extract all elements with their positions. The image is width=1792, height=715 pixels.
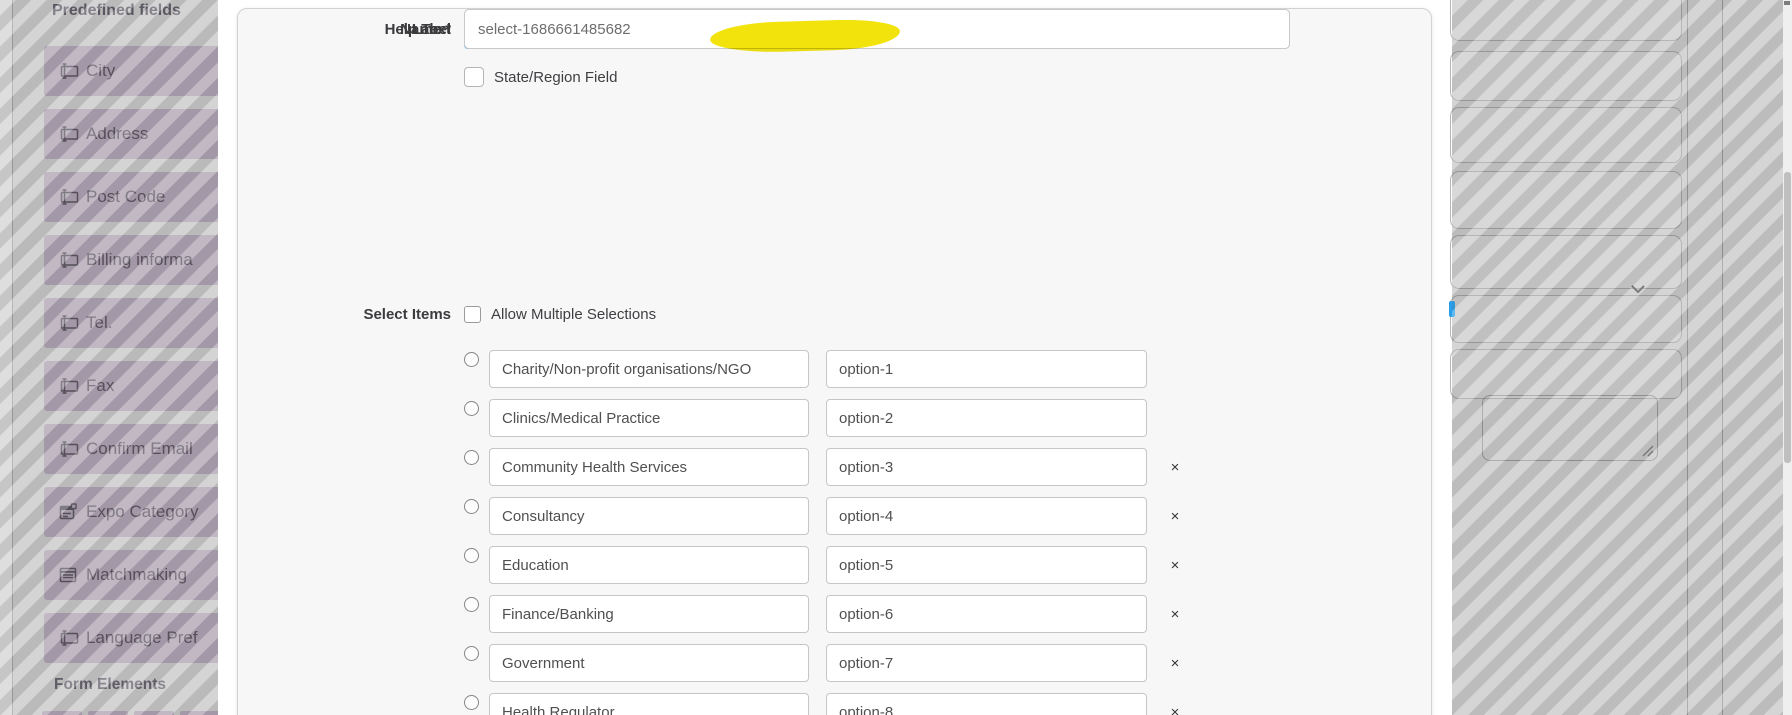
predefined-field-label: Matchmaking [86, 565, 187, 585]
text-input-icon [57, 61, 79, 81]
predefined-field-label: Tel. [86, 313, 112, 333]
option-name-input[interactable] [826, 399, 1147, 437]
predefined-field-label: Confirm Email [86, 439, 193, 459]
option-name-input[interactable] [826, 350, 1147, 388]
category-grid-icon [57, 502, 79, 522]
predefined-field-label: Expo Category [86, 502, 198, 522]
option-radio[interactable] [464, 646, 479, 661]
select-items-label: Select Items [301, 306, 464, 323]
option-radio[interactable] [464, 352, 479, 367]
remove-option-button[interactable]: × [1167, 546, 1183, 584]
field-text-input[interactable] [464, 9, 1290, 49]
predefined-field-label: Language Pref [86, 628, 198, 648]
predefined-field-label: Address [86, 124, 148, 144]
select-option-row: × [464, 546, 1183, 584]
remove-option-button[interactable]: × [1167, 448, 1183, 486]
predefined-field-button[interactable]: Tel. [44, 298, 218, 348]
option-name-input[interactable] [826, 448, 1147, 486]
predefined-field-label: Fax [86, 376, 114, 396]
text-input-icon [57, 439, 79, 459]
option-value-input[interactable] [489, 497, 809, 535]
select-option-row: × [464, 448, 1183, 486]
scrollbar-notch [1784, 1, 1790, 5]
option-radio[interactable] [464, 597, 479, 612]
option-radio[interactable] [464, 450, 479, 465]
ghost-textarea [1482, 395, 1658, 461]
panel-divider [1722, 0, 1723, 715]
select-option-row: × [464, 595, 1183, 633]
resize-grip-icon [1641, 444, 1654, 457]
predefined-fields-sidebar: Predefined fields City [0, 0, 218, 715]
option-value-input[interactable] [489, 350, 809, 388]
flag-option: State/Region Field [464, 67, 617, 87]
page-scrollbar-thumb[interactable] [1784, 172, 1791, 463]
option-name-input[interactable] [826, 497, 1147, 535]
page: Predefined fields City [0, 0, 1792, 715]
field-flags-row-2: State/Region Field [464, 63, 617, 91]
text-input-icon [57, 124, 79, 144]
hidden-checked-checkbox-fragment [1449, 301, 1455, 317]
option-radio[interactable] [464, 548, 479, 563]
predefined-field-button[interactable]: Expo Category [44, 487, 218, 537]
text-input-icon [57, 250, 79, 270]
predefined-field-button[interactable]: City [44, 46, 218, 96]
predefined-fields-title: Predefined fields [52, 0, 181, 22]
background-form-area [1452, 0, 1783, 715]
predefined-field-button[interactable]: Language Pref [44, 613, 218, 663]
select-option-row [464, 350, 1183, 388]
predefined-field-button[interactable]: Confirm Email [44, 424, 218, 474]
field-row: Name * [301, 9, 1290, 49]
select-option-row: × [464, 644, 1183, 682]
chevron-down-icon [1630, 284, 1646, 294]
text-input-icon [57, 376, 79, 396]
page-scrollbar[interactable] [1783, 0, 1792, 715]
option-radio[interactable] [464, 401, 479, 416]
select-items-row: Select Items Allow Multiple Selections [301, 306, 656, 323]
checkbox-label: State/Region Field [494, 69, 617, 86]
text-input-icon [57, 628, 79, 648]
option-name-input[interactable] [826, 693, 1147, 715]
field-editor-modal: Required Not editable [237, 8, 1432, 715]
sidebar-left-rail [0, 0, 13, 715]
ghost-field-column [1450, 0, 1682, 399]
select-option-row [464, 399, 1183, 437]
checkbox[interactable] [464, 67, 484, 87]
remove-option-button[interactable]: × [1167, 595, 1183, 633]
predefined-field-button[interactable]: Billing informa [44, 235, 218, 285]
remove-option-button[interactable]: × [1167, 497, 1183, 535]
predefined-fields-list: City Address [44, 46, 218, 663]
select-option-row: × [464, 497, 1183, 535]
allow-multiple-checkbox[interactable] [464, 306, 481, 323]
remove-option-button[interactable]: × [1167, 644, 1183, 682]
field-label: Name * [301, 21, 464, 38]
option-name-input[interactable] [826, 595, 1147, 633]
predefined-field-button[interactable]: Address [44, 109, 218, 159]
option-radio[interactable] [464, 695, 479, 710]
option-value-input[interactable] [489, 595, 809, 633]
remove-option-button[interactable]: × [1167, 693, 1183, 715]
option-value-input[interactable] [489, 546, 809, 584]
predefined-field-button[interactable]: Matchmaking [44, 550, 218, 600]
text-input-icon [57, 187, 79, 207]
option-radio[interactable] [464, 499, 479, 514]
option-name-input[interactable] [826, 546, 1147, 584]
select-options-list: × × × [464, 350, 1183, 715]
option-value-input[interactable] [489, 693, 809, 715]
predefined-field-label: Billing informa [86, 250, 193, 270]
text-input-icon [57, 313, 79, 333]
form-elements-title: Form Elements [54, 676, 166, 694]
predefined-field-button[interactable]: Fax [44, 361, 218, 411]
allow-multiple-label: Allow Multiple Selections [491, 306, 656, 323]
panel-divider [1687, 0, 1688, 715]
option-value-input[interactable] [489, 644, 809, 682]
option-value-input[interactable] [489, 448, 809, 486]
list-lines-icon [57, 565, 79, 585]
predefined-field-label: City [86, 61, 115, 81]
select-option-row: × [464, 693, 1183, 715]
option-value-input[interactable] [489, 399, 809, 437]
form-elements-buttons-cut [42, 711, 218, 715]
predefined-field-label: Post Code [86, 187, 165, 207]
predefined-field-button[interactable]: Post Code [44, 172, 218, 222]
option-name-input[interactable] [826, 644, 1147, 682]
